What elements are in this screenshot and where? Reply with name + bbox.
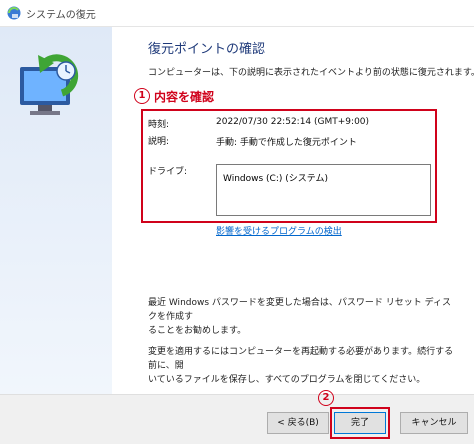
- drive-list[interactable]: Windows (C:) (システム): [216, 164, 431, 216]
- description-value: 手動: 手動で作成した復元ポイント: [216, 138, 357, 148]
- wizard-side-panel: [0, 27, 112, 394]
- password-note-line: ることをお勧めします。: [148, 326, 247, 336]
- back-button[interactable]: < 戻る(B): [267, 412, 329, 434]
- cancel-button[interactable]: キャンセル: [400, 412, 468, 434]
- scan-affected-programs-link[interactable]: 影響を受けるプログラムの検出: [216, 224, 342, 237]
- restore-computer-icon: [20, 54, 79, 115]
- title-bar: システムの復元: [0, 0, 474, 27]
- restart-note-line: いているファイルを保存し、すべてのプログラムを閉じてください。: [148, 375, 426, 385]
- annotation-step-1: 1 内容を確認: [134, 86, 214, 106]
- annotation-step-2: 2: [318, 390, 334, 406]
- time-label: 時刻:: [148, 120, 170, 130]
- time-value: 2022/07/30 22:52:14 (GMT+9:00): [216, 117, 370, 127]
- description-label: 説明:: [148, 137, 170, 147]
- restart-note: 変更を適用するにはコンピューターを再起動する必要があります。続行する前に、開 い…: [148, 345, 458, 387]
- annotation-number-2: 2: [318, 390, 334, 406]
- annotation-highlight-finish: [330, 407, 390, 439]
- page-description: コンピューターは、下の説明に表示されたイベントより前の状態に復元されます。: [148, 68, 474, 78]
- password-note: 最近 Windows パスワードを変更した場合は、パスワード リセット ディスク…: [148, 296, 458, 338]
- annotation-label-1: 内容を確認: [154, 89, 215, 104]
- annotation-number-1: 1: [134, 88, 150, 104]
- window-title: システムの復元: [26, 10, 96, 21]
- password-note-line: 最近 Windows パスワードを変更した場合は、パスワード リセット ディスク…: [148, 298, 451, 322]
- page-title: 復元ポイントの確認: [148, 42, 266, 57]
- drive-list-item[interactable]: Windows (C:) (システム): [223, 171, 328, 184]
- drive-label: ドライブ:: [148, 167, 188, 177]
- restart-note-line: 変更を適用するにはコンピューターを再起動する必要があります。続行する前に、開: [148, 347, 454, 371]
- system-restore-icon: [7, 6, 21, 20]
